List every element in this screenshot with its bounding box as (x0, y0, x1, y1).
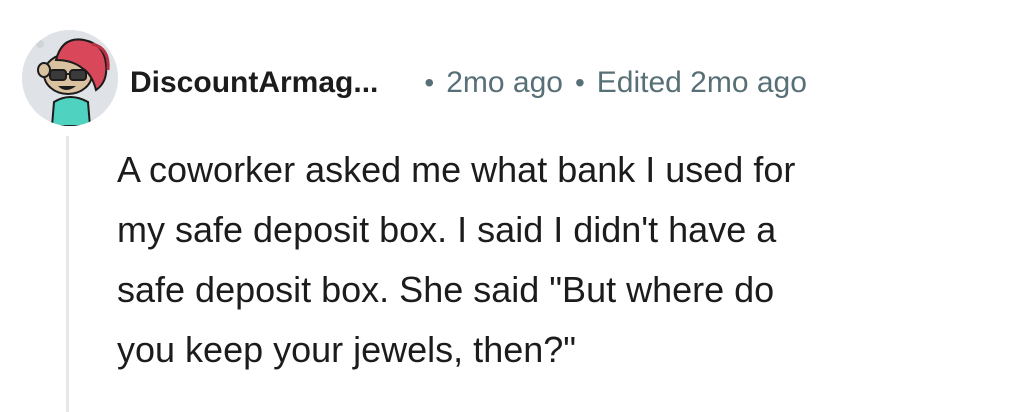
username-link[interactable]: DiscountArmag... (130, 66, 378, 100)
snoo-avatar-icon (22, 30, 118, 126)
comment-meta: DiscountArmag... • 2mo ago • Edited 2mo … (130, 58, 807, 108)
edited-timestamp: Edited 2mo ago (596, 66, 807, 99)
meta-separator: • (424, 67, 435, 98)
user-avatar[interactable] (22, 30, 118, 126)
comment-body: A coworker asked me what bank I used for… (117, 149, 796, 370)
meta-separator: • (574, 67, 585, 98)
thread-line[interactable] (66, 136, 69, 412)
comment-timestamp[interactable]: 2mo ago (446, 66, 563, 100)
